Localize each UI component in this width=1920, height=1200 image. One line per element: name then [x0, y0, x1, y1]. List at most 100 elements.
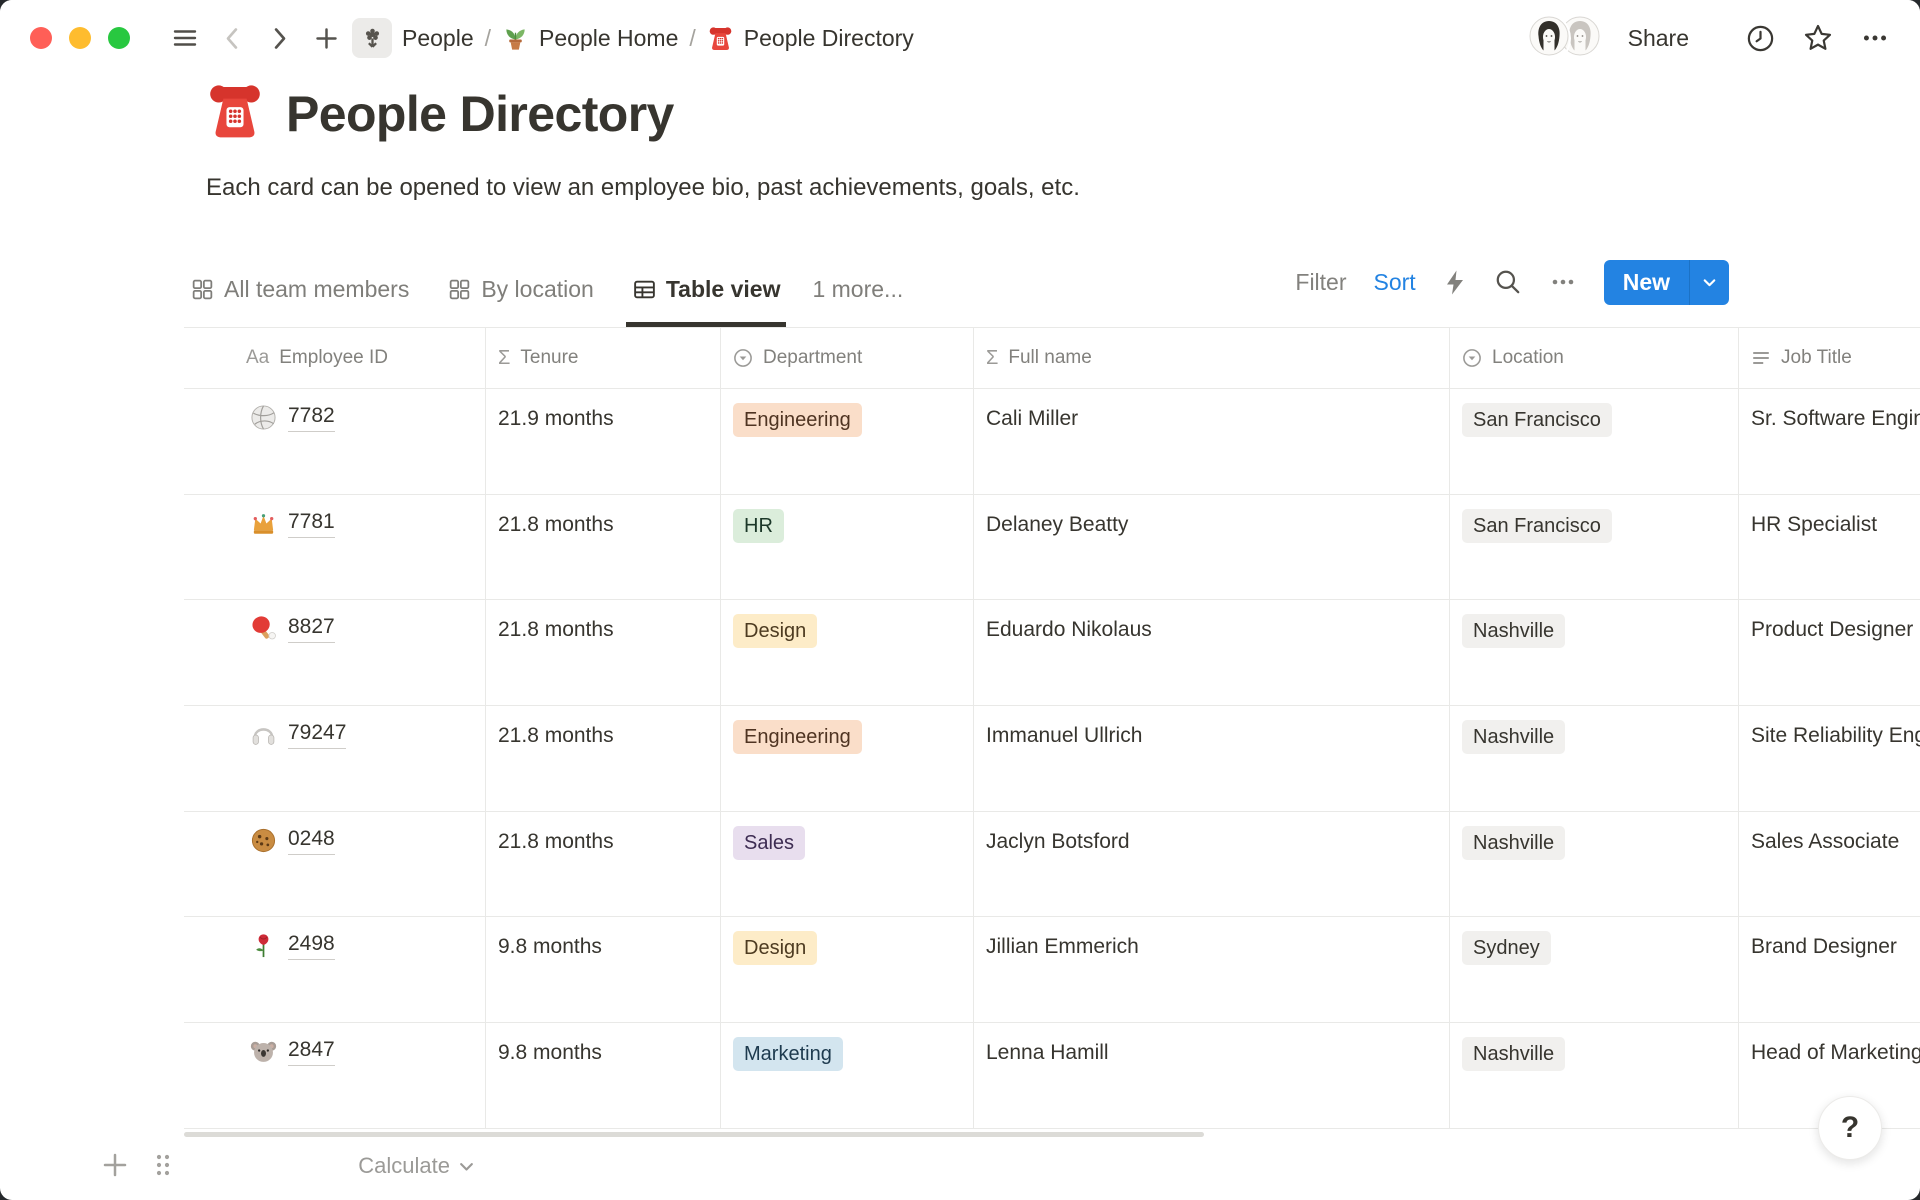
- more-views-link[interactable]: 1 more...: [812, 251, 903, 327]
- calculate-label[interactable]: Calculate: [358, 1153, 450, 1179]
- employee-id-cell[interactable]: 0248: [184, 812, 486, 917]
- zoom-window-button[interactable]: [108, 27, 130, 49]
- breadcrumb-item[interactable]: People: [352, 18, 474, 58]
- full-name-cell[interactable]: Immanuel Ullrich: [974, 706, 1450, 811]
- table-row[interactable]: 0248 21.8 monthsSalesJaclyn BotsfordNashv…: [184, 812, 1920, 918]
- minimize-window-button[interactable]: [69, 27, 91, 49]
- employee-id-cell[interactable]: 2498: [184, 917, 486, 1022]
- search-icon[interactable]: [1494, 268, 1522, 296]
- tab-table-view[interactable]: Table view: [626, 251, 787, 327]
- department-cell[interactable]: HR: [721, 495, 974, 600]
- department-cell[interactable]: Engineering: [721, 706, 974, 811]
- back-icon[interactable]: [219, 25, 246, 52]
- page-icon-red-telephone[interactable]: [204, 80, 266, 147]
- drag-handle-icon[interactable]: [152, 1151, 174, 1179]
- column-header-full-name[interactable]: ΣFull name: [974, 328, 1450, 388]
- sidebar-menu-icon[interactable]: [171, 24, 199, 52]
- table-row[interactable]: 8827 21.8 monthsDesignEduardo NikolausNas…: [184, 600, 1920, 706]
- breadcrumb-item[interactable]: People Directory: [707, 25, 914, 52]
- location-cell[interactable]: Nashville: [1450, 600, 1739, 705]
- department-cell[interactable]: Marketing: [721, 1023, 974, 1128]
- column-header-job-title[interactable]: Job Title: [1739, 328, 1920, 388]
- tenure-cell[interactable]: 21.8 months: [486, 706, 721, 811]
- help-button[interactable]: ?: [1818, 1096, 1882, 1160]
- department-cell[interactable]: Engineering: [721, 389, 974, 494]
- new-dropdown-chevron-icon[interactable]: [1689, 260, 1729, 305]
- sort-button[interactable]: Sort: [1374, 269, 1416, 296]
- location-cell[interactable]: San Francisco: [1450, 495, 1739, 600]
- close-window-button[interactable]: [30, 27, 52, 49]
- full-name-cell[interactable]: Jaclyn Botsford: [974, 812, 1450, 917]
- employee-id-link[interactable]: 8827: [288, 614, 335, 643]
- job-title-cell[interactable]: Sales Associate: [1739, 812, 1920, 917]
- full-name-cell[interactable]: Eduardo Nikolaus: [974, 600, 1450, 705]
- department-cell[interactable]: Design: [721, 917, 974, 1022]
- job-title-cell[interactable]: Site Reliability Engineer: [1739, 706, 1920, 811]
- formula-property-icon: Σ: [498, 347, 510, 370]
- job-title-cell[interactable]: HR Specialist: [1739, 495, 1920, 600]
- employee-id-link[interactable]: 7782: [288, 403, 335, 432]
- table-row[interactable]: 79247 21.8 monthsEngineeringImmanuel Ullr…: [184, 706, 1920, 812]
- filter-button[interactable]: Filter: [1295, 269, 1346, 296]
- employee-id-link[interactable]: 7781: [288, 509, 335, 538]
- department-cell[interactable]: Sales: [721, 812, 974, 917]
- employee-id-cell[interactable]: 2847: [184, 1023, 486, 1128]
- location-cell[interactable]: Nashville: [1450, 812, 1739, 917]
- tab-by-location[interactable]: By location: [441, 251, 600, 327]
- table-row[interactable]: 7782 21.9 monthsEngineeringCali MillerSan…: [184, 389, 1920, 495]
- column-header-location[interactable]: Location: [1450, 328, 1739, 388]
- employee-id-cell[interactable]: 7782: [184, 389, 486, 494]
- favorite-star-icon[interactable]: [1802, 22, 1834, 54]
- job-title-cell[interactable]: Sr. Software Engineer: [1739, 389, 1920, 494]
- tenure-cell[interactable]: 21.8 months: [486, 495, 721, 600]
- calculate-button[interactable]: Calculate: [184, 1153, 476, 1179]
- tab-label: All team members: [224, 276, 409, 303]
- full-name-cell[interactable]: Delaney Beatty: [974, 495, 1450, 600]
- updates-clock-icon[interactable]: [1745, 23, 1776, 54]
- tenure-cell[interactable]: 21.8 months: [486, 812, 721, 917]
- employee-id-link[interactable]: 79247: [288, 720, 346, 749]
- employee-id-cell[interactable]: 8827: [184, 600, 486, 705]
- add-row-icon[interactable]: [100, 1150, 130, 1180]
- full-name-cell[interactable]: Jillian Emmerich: [974, 917, 1450, 1022]
- breadcrumb-item[interactable]: People Home: [502, 25, 678, 52]
- new-button[interactable]: New: [1604, 260, 1729, 305]
- forward-icon[interactable]: [266, 25, 293, 52]
- tenure-cell[interactable]: 21.9 months: [486, 389, 721, 494]
- table-row[interactable]: 7781 21.8 monthsHRDelaney BeattySan Franc…: [184, 495, 1920, 601]
- table-row[interactable]: 2847 9.8 monthsMarketingLenna HamillNashv…: [184, 1023, 1920, 1129]
- table-row[interactable]: 2498 9.8 monthsDesignJillian EmmerichSydn…: [184, 917, 1920, 1023]
- employee-id-cell[interactable]: 79247: [184, 706, 486, 811]
- tenure-cell[interactable]: 21.8 months: [486, 600, 721, 705]
- full-name-cell[interactable]: Lenna Hamill: [974, 1023, 1450, 1128]
- full-name-cell[interactable]: Cali Miller: [974, 389, 1450, 494]
- tab-all-team-members[interactable]: All team members: [184, 251, 415, 327]
- location-cell[interactable]: Sydney: [1450, 917, 1739, 1022]
- column-header-tenure[interactable]: ΣTenure: [486, 328, 721, 388]
- automations-bolt-icon[interactable]: [1443, 269, 1467, 296]
- employee-id-link[interactable]: 2498: [288, 931, 335, 960]
- view-options-icon[interactable]: [1549, 268, 1577, 296]
- location-cell[interactable]: Nashville: [1450, 1023, 1739, 1128]
- job-title-cell[interactable]: Product Designer: [1739, 600, 1920, 705]
- location-cell[interactable]: Nashville: [1450, 706, 1739, 811]
- job-title-cell[interactable]: Brand Designer: [1739, 917, 1920, 1022]
- more-options-icon[interactable]: [1860, 23, 1890, 53]
- headphones-emoji-icon: [250, 721, 277, 748]
- tenure-cell[interactable]: 9.8 months: [486, 917, 721, 1022]
- horizontal-scrollbar[interactable]: [184, 1132, 1204, 1137]
- column-header-department[interactable]: Department: [721, 328, 974, 388]
- gallery-view-icon: [190, 277, 215, 302]
- employee-id-link[interactable]: 0248: [288, 826, 335, 855]
- location-cell[interactable]: San Francisco: [1450, 389, 1739, 494]
- employee-id-link[interactable]: 2847: [288, 1037, 335, 1066]
- share-button[interactable]: Share: [1628, 25, 1689, 52]
- tenure-cell[interactable]: 9.8 months: [486, 1023, 721, 1128]
- avatar[interactable]: [1527, 14, 1571, 63]
- employee-id-cell[interactable]: 7781: [184, 495, 486, 600]
- new-tab-icon[interactable]: [313, 25, 340, 52]
- column-header-employee-id[interactable]: AaEmployee ID: [184, 328, 486, 388]
- department-cell[interactable]: Design: [721, 600, 974, 705]
- new-button-label[interactable]: New: [1604, 260, 1689, 305]
- collaborator-avatars[interactable]: [1527, 14, 1602, 63]
